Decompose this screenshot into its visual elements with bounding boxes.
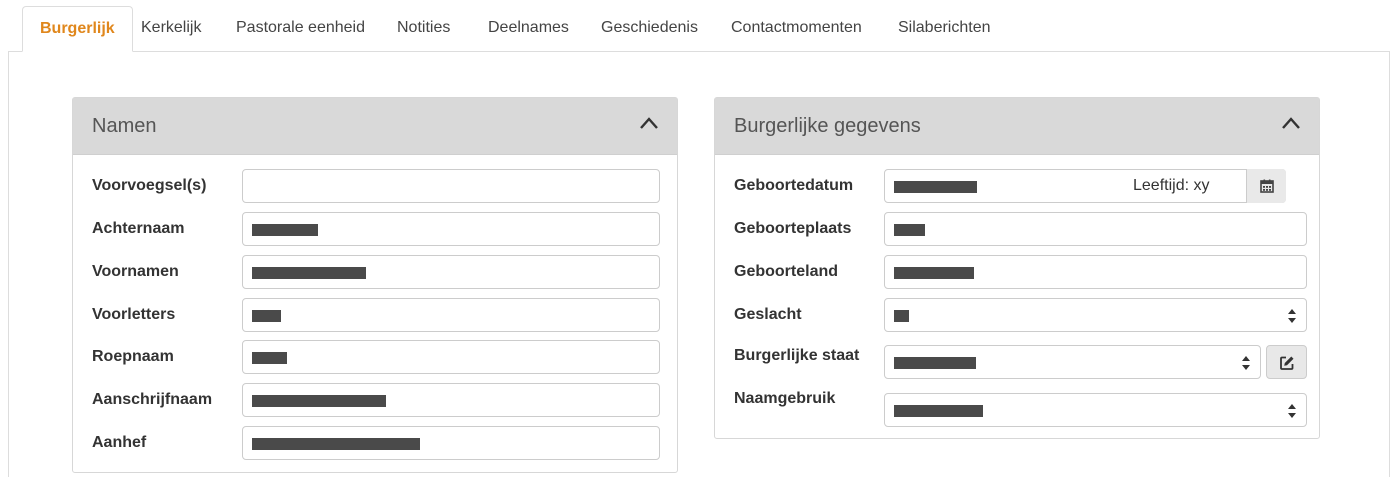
select-arrows-icon <box>1288 309 1296 323</box>
tab-bar: Burgerlijk Kerkelijk Pastorale eenheid N… <box>0 0 1390 52</box>
field-label: Voorvoegsel(s) <box>92 177 207 194</box>
voorvoegsels-input[interactable] <box>242 169 660 203</box>
age-text: Leeftijd: xy <box>1133 177 1210 194</box>
redacted-value <box>252 352 287 364</box>
roepnaam-input[interactable] <box>242 340 660 374</box>
field-naamgebruik: Naamgebruik <box>715 390 1319 427</box>
field-voornamen: Voornamen <box>73 255 677 289</box>
field-label: Aanschrijfnaam <box>92 391 213 408</box>
redacted-value <box>252 438 420 450</box>
burgerlijk-panel-title: Burgerlijke gegevens <box>734 115 921 137</box>
redacted-value <box>894 267 974 279</box>
select-arrows-icon <box>1242 356 1250 370</box>
tab-notities[interactable]: Notities <box>397 6 450 52</box>
namen-panel: Namen Voorvoegsel(s) Achternaam Voorname… <box>72 97 678 473</box>
field-voorvoegsels: Voorvoegsel(s) <box>73 169 677 203</box>
tab-contactmomenten[interactable]: Contactmomenten <box>731 6 862 52</box>
naamgebruik-select[interactable] <box>884 393 1307 427</box>
chevron-up-icon[interactable] <box>639 116 659 130</box>
redacted-value <box>894 405 983 417</box>
aanschrijfnaam-input[interactable] <box>242 383 660 417</box>
field-voorletters: Voorletters <box>73 298 677 332</box>
edit-icon <box>1280 356 1294 370</box>
edit-staat-button[interactable] <box>1266 345 1307 379</box>
tab-deelnames[interactable]: Deelnames <box>488 6 569 52</box>
field-label: Aanhef <box>92 434 147 451</box>
field-label: Geboorteland <box>734 263 839 280</box>
field-label: Burgerlijke staat <box>734 347 860 364</box>
redacted-value <box>252 267 366 279</box>
select-arrows-icon <box>1288 404 1296 418</box>
field-label: Geboorteplaats <box>734 220 852 237</box>
calendar-icon <box>1260 179 1274 193</box>
redacted-value <box>252 310 281 322</box>
tab-geschiedenis[interactable]: Geschiedenis <box>601 6 698 52</box>
geslacht-select[interactable] <box>884 298 1307 332</box>
tab-silaberichten[interactable]: Silaberichten <box>898 6 991 52</box>
field-label: Voorletters <box>92 306 176 323</box>
geboorteland-input[interactable] <box>884 255 1307 289</box>
field-geboorteplaats: Geboorteplaats <box>715 212 1319 246</box>
burgerlijke-gegevens-panel: Burgerlijke gegevens Geboortedatum Leeft… <box>714 97 1320 439</box>
field-burgerlijke-staat: Burgerlijke staat <box>715 345 1319 379</box>
field-aanschrijfnaam: Aanschrijfnaam <box>73 383 677 417</box>
geboorteplaats-input[interactable] <box>884 212 1307 246</box>
aanhef-input[interactable] <box>242 426 660 460</box>
redacted-value <box>252 224 318 236</box>
namen-panel-title: Namen <box>92 115 157 137</box>
field-label: Achternaam <box>92 220 185 237</box>
calendar-button[interactable] <box>1246 169 1286 203</box>
burgerlijke-staat-select[interactable] <box>884 345 1261 379</box>
redacted-value <box>894 181 977 193</box>
chevron-up-icon[interactable] <box>1281 116 1301 130</box>
tab-kerkelijk[interactable]: Kerkelijk <box>141 6 201 52</box>
namen-panel-header: Namen <box>73 98 677 155</box>
redacted-value <box>894 224 925 236</box>
tab-burgerlijk[interactable]: Burgerlijk <box>22 6 133 52</box>
burgerlijk-panel-header: Burgerlijke gegevens <box>715 98 1319 155</box>
field-roepnaam: Roepnaam <box>73 340 677 374</box>
achternaam-input[interactable] <box>242 212 660 246</box>
field-label: Geboortedatum <box>734 177 854 194</box>
tab-pastorale-eenheid[interactable]: Pastorale eenheid <box>236 6 365 52</box>
voornamen-input[interactable] <box>242 255 660 289</box>
voorletters-input[interactable] <box>242 298 660 332</box>
redacted-value <box>894 357 976 369</box>
redacted-value <box>252 395 386 407</box>
field-geboorteland: Geboorteland <box>715 255 1319 289</box>
field-label: Geslacht <box>734 306 802 323</box>
field-aanhef: Aanhef <box>73 426 677 460</box>
geboortedatum-input[interactable] <box>884 169 1286 203</box>
field-geslacht: Geslacht <box>715 298 1319 332</box>
redacted-value <box>894 310 909 322</box>
field-geboortedatum: Geboortedatum Leeftijd: xy <box>715 169 1319 203</box>
field-label: Voornamen <box>92 263 179 280</box>
field-achternaam: Achternaam <box>73 212 677 246</box>
field-label: Roepnaam <box>92 348 174 365</box>
field-label: Naamgebruik <box>734 390 836 407</box>
